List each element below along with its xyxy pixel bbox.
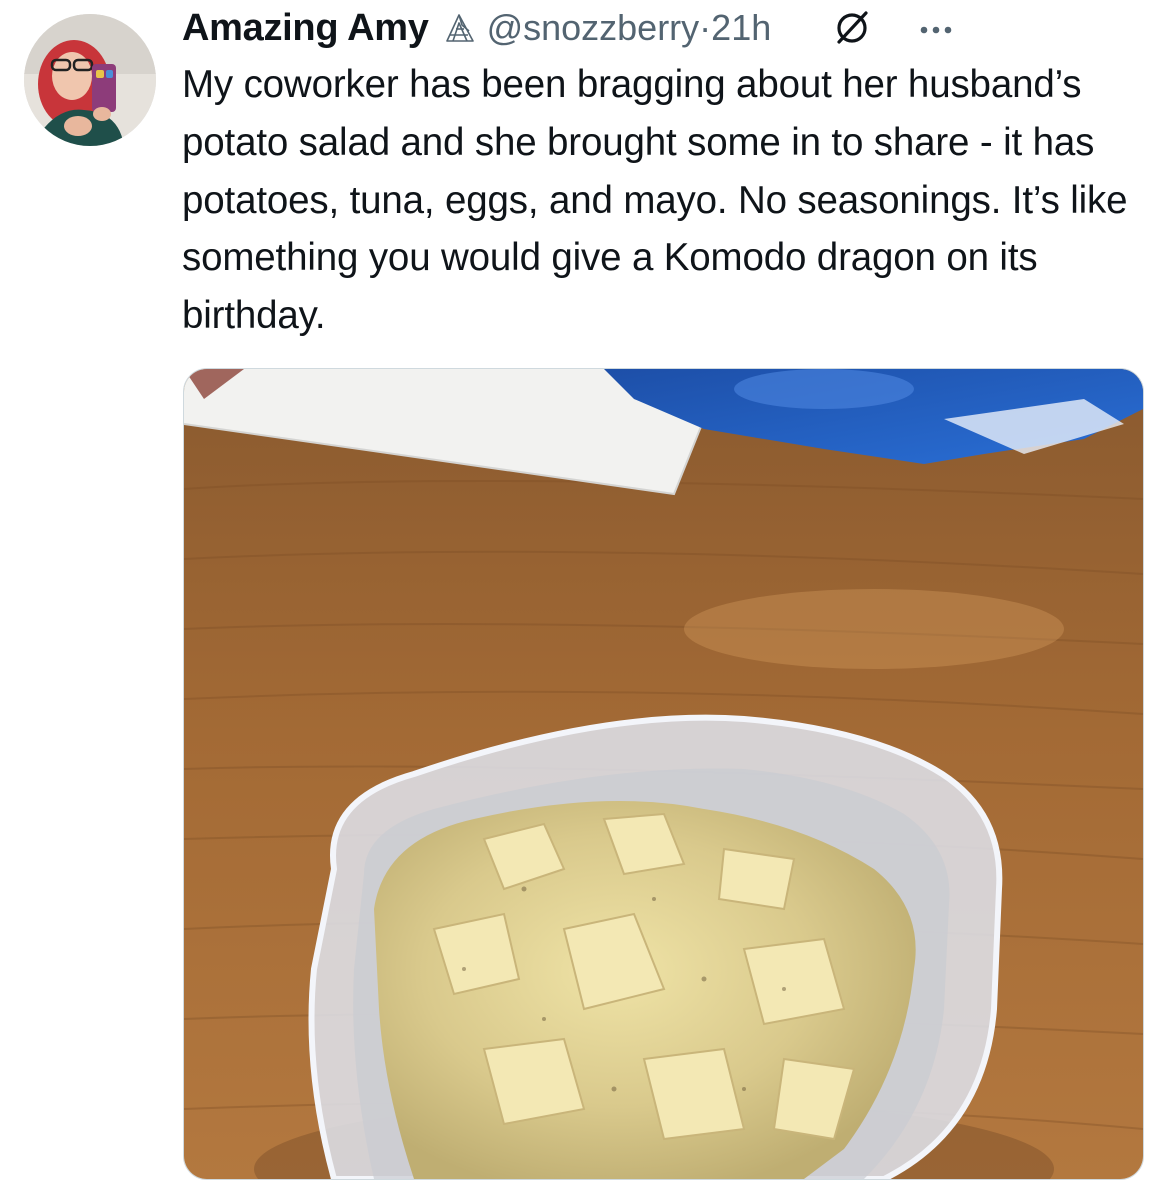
user-handle[interactable]: @snozzberry [487, 7, 700, 49]
avatar-photo [24, 14, 156, 146]
timestamp[interactable]: 21h [711, 7, 771, 49]
tweet-header: Amazing Amy @snozzberry · 21h [182, 0, 1142, 56]
more-dots-icon[interactable] [912, 8, 960, 48]
tweet-text: My coworker has been bragging about her … [182, 63, 1128, 338]
tweet-photo[interactable] [183, 368, 1144, 1180]
line-art-bird-icon [443, 11, 477, 45]
potato-salad-photo [184, 369, 1143, 1179]
slashed-circle-icon[interactable] [832, 7, 872, 47]
separator-dot: · [699, 7, 712, 48]
display-name[interactable]: Amazing Amy [182, 7, 429, 50]
avatar[interactable] [24, 14, 156, 146]
